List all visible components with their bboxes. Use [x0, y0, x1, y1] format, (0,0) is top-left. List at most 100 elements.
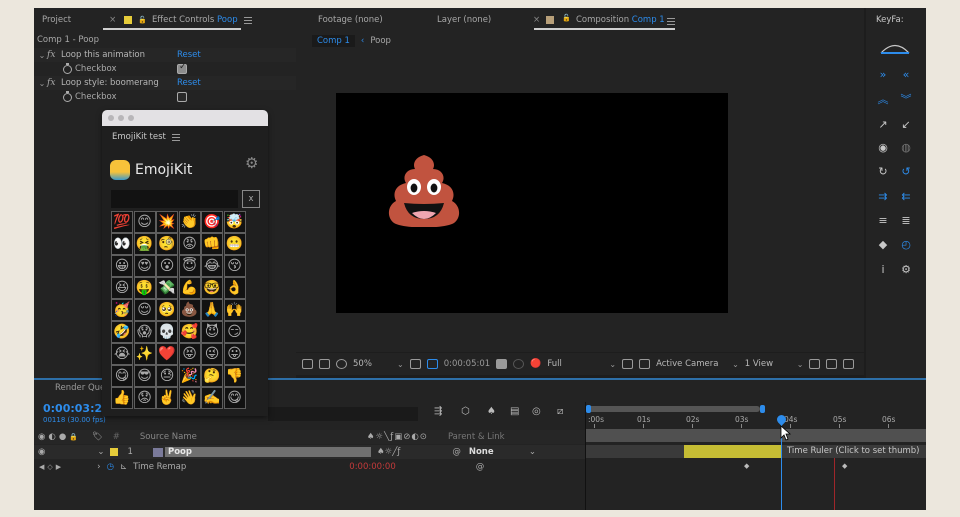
rotate-cw-icon[interactable]: ↻	[876, 165, 890, 179]
magnification-select[interactable]: 50%	[353, 359, 391, 369]
checkbox-unchecked[interactable]	[177, 92, 187, 102]
time-ruler[interactable]: :00s 01s 02s 03s 04s 05s 06s Time Ruler (Click…	[585, 402, 926, 510]
emoji-button[interactable]: 😀	[111, 255, 133, 277]
motion-blur-icon[interactable]: ◎	[532, 406, 541, 417]
emoji-button[interactable]: 👋	[178, 387, 201, 409]
chevron-down-icon[interactable]: ⌄	[732, 360, 739, 369]
emoji-button[interactable]: 👀	[111, 233, 133, 255]
emoji-button[interactable]: 💸	[156, 277, 178, 299]
fx-icon[interactable]: fx	[47, 50, 61, 60]
emoji-button[interactable]: 😡	[178, 233, 201, 255]
emoji-button[interactable]: 👎	[223, 365, 246, 387]
emoji-button[interactable]: 🎯	[201, 211, 223, 233]
emoji-button[interactable]: 👊	[201, 233, 223, 255]
emoji-button[interactable]: ✍️	[201, 387, 223, 409]
emoji-button[interactable]: 😝	[178, 343, 201, 365]
keyframe-marker[interactable]: ◆	[842, 462, 847, 470]
frame-blending-icon[interactable]: ▤	[510, 406, 519, 417]
toggle-pixel-aspect-icon[interactable]	[809, 359, 821, 369]
ease-up-icon[interactable]: ︽	[876, 93, 890, 107]
composition-viewer[interactable]	[296, 52, 864, 352]
emoji-button[interactable]: 🥰	[178, 321, 201, 343]
view-layout-select[interactable]: 1 View	[745, 359, 791, 369]
breadcrumb-layer[interactable]: Poop	[370, 36, 391, 46]
shy-layers-icon[interactable]: ♠	[487, 406, 496, 417]
emoji-button[interactable]: 😭	[111, 343, 133, 365]
navigator-start-handle[interactable]	[586, 405, 591, 413]
emoji-button[interactable]: 💯	[111, 211, 133, 233]
chevron-down-icon[interactable]: ⌄	[37, 79, 47, 88]
align-left-icon[interactable]: ≡	[876, 214, 890, 228]
emoji-button[interactable]: 😇	[178, 255, 201, 277]
toggle-grid-icon[interactable]	[639, 359, 651, 369]
info-icon[interactable]: i	[876, 263, 890, 277]
layer-row[interactable]: ◉ ⌄ 1 Poop ♠☼╱ƒ @ None ⌄	[34, 445, 585, 459]
chevron-down-icon[interactable]: ⌄	[797, 360, 804, 369]
monitor-icon[interactable]	[319, 359, 330, 369]
chevron-down-icon[interactable]: ⌄	[609, 360, 616, 369]
keyframe-icon[interactable]: ◆	[876, 238, 890, 252]
lock-icon[interactable]: 🔓	[138, 16, 147, 24]
layer-name[interactable]: Poop	[164, 447, 371, 457]
emoji-button[interactable]: 🙏	[201, 299, 223, 321]
emoji-button[interactable]: 🎉	[178, 365, 201, 387]
tab-effect-controls[interactable]: Effect Controls Poop	[152, 15, 238, 25]
layer-bar-selected[interactable]	[684, 445, 781, 458]
chevron-down-icon[interactable]: ⌄	[529, 447, 536, 457]
eye-icon[interactable]: ◉	[38, 447, 45, 457]
add-keyframe-icon[interactable]: ◇	[47, 463, 52, 471]
emoji-button[interactable]: 😮	[156, 255, 178, 277]
hidden-icon[interactable]: ◍	[899, 141, 913, 155]
chevron-down-icon[interactable]: ⌄	[397, 360, 404, 369]
window-titlebar[interactable]	[102, 110, 268, 126]
current-time-display[interactable]: 0:00:03:28	[43, 402, 110, 415]
emoji-button[interactable]: 😈	[201, 321, 223, 343]
emoji-button[interactable]: 😬	[223, 233, 246, 255]
audio-icon[interactable]: ◐	[48, 432, 55, 442]
checkbox-checked[interactable]	[177, 62, 187, 74]
tab-project[interactable]: Project	[42, 15, 71, 25]
tab-layer[interactable]: Layer (none)	[437, 15, 491, 25]
composition-canvas[interactable]	[336, 93, 728, 313]
time-navigator[interactable]	[588, 406, 760, 412]
tab-composition[interactable]: Composition Comp 1	[576, 15, 665, 25]
layer-label-color[interactable]	[109, 448, 118, 456]
fast-previews-icon[interactable]	[622, 359, 634, 369]
emoji-button[interactable]: 😌	[133, 299, 156, 321]
emoji-button[interactable]: 🤯	[223, 211, 246, 233]
reset-exposure-icon[interactable]	[826, 359, 838, 369]
clock-icon[interactable]: ◴	[899, 238, 913, 252]
close-icon[interactable]: ×	[109, 15, 116, 25]
emoji-button[interactable]: 🧐	[156, 233, 178, 255]
emoji-button[interactable]: 👌	[223, 277, 246, 299]
panel-menu-icon[interactable]	[171, 133, 180, 141]
reset-button[interactable]: Reset	[177, 50, 201, 60]
tab-render-queue[interactable]: Render Que	[55, 383, 105, 393]
region-of-interest-icon[interactable]	[409, 359, 421, 369]
ease-curve-icon[interactable]	[878, 42, 912, 56]
prev-keyframe-icon[interactable]: ◀	[39, 463, 44, 471]
panel-menu-icon[interactable]	[667, 18, 675, 25]
mask-visibility-icon[interactable]	[336, 359, 347, 369]
graph-editor-icon[interactable]: ⧄	[557, 406, 563, 417]
emoji-button[interactable]: 😱	[133, 321, 156, 343]
next-keyframe-icon[interactable]: ▶	[56, 463, 61, 471]
expression-pickwhip-icon[interactable]: @	[476, 462, 485, 472]
reset-button[interactable]: Reset	[177, 78, 201, 88]
snapshot-camera-icon[interactable]	[496, 359, 508, 369]
clear-search-button[interactable]: x	[242, 190, 260, 208]
edit-in-icon[interactable]: ↗	[876, 118, 890, 132]
fx-icon[interactable]: fx	[47, 78, 61, 88]
emoji-button[interactable]: 💩	[178, 299, 201, 321]
close-window-button[interactable]	[108, 115, 114, 121]
solo-switch-icon[interactable]: ⬡	[461, 406, 470, 417]
color-channels-icon[interactable]: 🔴	[530, 359, 541, 369]
draft-3d-icon[interactable]: ⇶	[434, 406, 442, 417]
lock-icon[interactable]: 🔒	[69, 433, 78, 441]
rotate-ccw-icon[interactable]: ↺	[899, 165, 913, 179]
chevron-down-icon[interactable]: ⌄	[97, 447, 104, 457]
breadcrumb-comp[interactable]: Comp 1	[312, 35, 355, 47]
ease-down-icon[interactable]: ︾	[899, 93, 913, 107]
emoji-button[interactable]: 😎	[133, 365, 156, 387]
close-icon[interactable]: ×	[533, 15, 540, 25]
